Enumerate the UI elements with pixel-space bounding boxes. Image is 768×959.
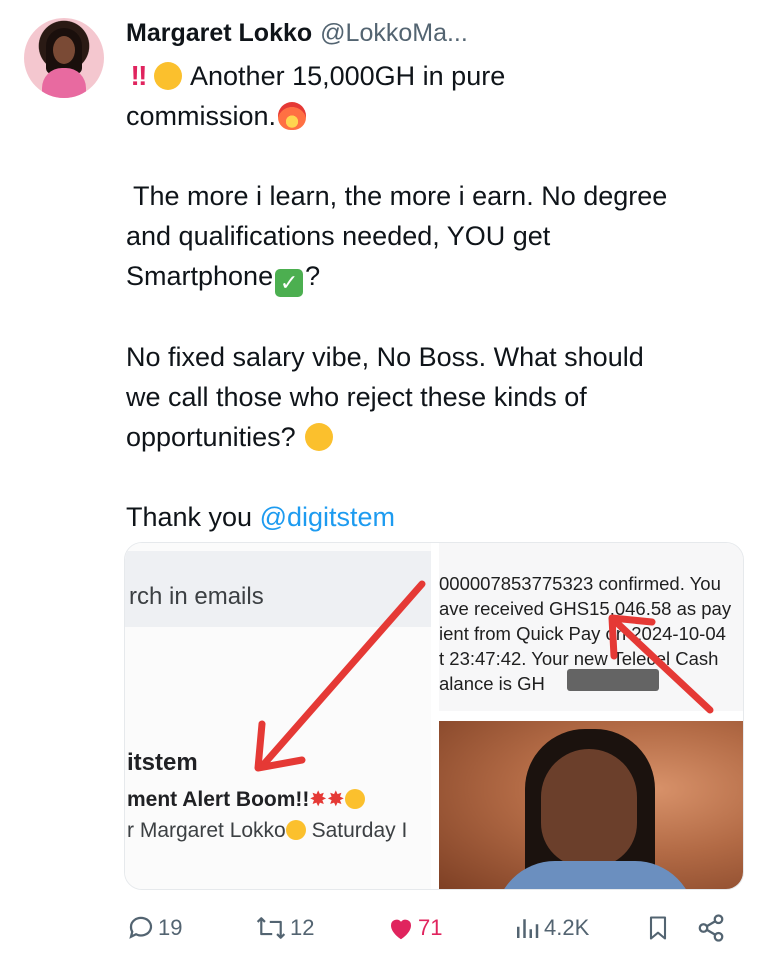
email-preview-text: r Margaret Lokko bbox=[127, 819, 286, 842]
bookmark-icon bbox=[649, 916, 667, 940]
tweet-line-text: The more i learn, the more i earn. No de… bbox=[126, 181, 668, 211]
avatar-face bbox=[53, 36, 75, 64]
email-search-text: rch in emails bbox=[129, 583, 264, 610]
tweet-line: and qualifications needed, YOU get bbox=[126, 216, 736, 256]
email-search-bar: rch in emails bbox=[125, 551, 431, 627]
portrait-photo[interactable] bbox=[439, 721, 743, 889]
reply-button[interactable]: 19 bbox=[126, 910, 182, 946]
sms-screenshot[interactable]: 000007853775323 confirmed. You ave recei… bbox=[439, 543, 743, 711]
media-divider bbox=[431, 543, 439, 889]
email-subject-text: ment Alert Boom!! bbox=[127, 788, 310, 811]
check-mark-icon: ✓ bbox=[275, 269, 304, 297]
tweet-line-text: ? bbox=[305, 261, 321, 291]
reply-icon bbox=[129, 916, 153, 939]
tweet-line: Smartphone ✓? bbox=[126, 256, 736, 297]
tweet-line: commission. bbox=[126, 96, 736, 136]
redaction-block bbox=[567, 669, 659, 691]
party-face-icon bbox=[344, 789, 365, 809]
tweet-line-text: Thank you bbox=[126, 502, 260, 532]
tweet-line-text: Smartphone bbox=[126, 261, 274, 291]
email-subject: ment Alert Boom!!✸✸ bbox=[127, 787, 365, 812]
tweet-line: No fixed salary vibe, No Boss. What shou… bbox=[126, 337, 736, 377]
tweet-media-grid[interactable]: rch in emails itstem ment Alert Boom!!✸✸… bbox=[124, 542, 744, 890]
author-handle[interactable]: @LokkoMa... bbox=[320, 19, 468, 47]
retweet-icon bbox=[256, 917, 286, 939]
email-preview-tail: Saturday I bbox=[305, 819, 408, 842]
tweet-line-text: commission. bbox=[126, 101, 277, 131]
tweet-actions: 19 12 71 4.2K bbox=[124, 910, 744, 946]
screaming-face-icon bbox=[154, 62, 182, 90]
sms-line: 000007853775323 confirmed. You bbox=[439, 573, 721, 594]
tweet-line-text: opportunities? bbox=[126, 422, 296, 452]
tweet-line-text: and qualifications needed, YOU get bbox=[126, 221, 551, 251]
share-icon bbox=[698, 914, 724, 942]
tweet-line-text: No fixed salary vibe, No Boss. What shou… bbox=[126, 342, 644, 372]
email-sender: itstem bbox=[127, 749, 198, 776]
tweet-line-text: we call those who reject these kinds of bbox=[126, 382, 587, 412]
like-button[interactable]: 71 bbox=[386, 910, 442, 946]
tweet-line: ‼ Another 15,000GH in pure bbox=[126, 56, 736, 96]
like-count: 71 bbox=[418, 915, 443, 940]
tweet-line: we call those who reject these kinds of bbox=[126, 377, 736, 417]
avatar-body bbox=[42, 68, 86, 98]
views-button[interactable]: 4.2K bbox=[512, 910, 589, 946]
mention-link[interactable]: @digitstem bbox=[260, 502, 395, 532]
hugging-face-icon bbox=[285, 820, 306, 840]
tweet-header: Margaret Lokko @LokkoMa... bbox=[126, 18, 468, 48]
email-preview: r Margaret Lokko Saturday I bbox=[127, 819, 407, 843]
sms-line: alance is GH bbox=[439, 673, 545, 694]
sms-line: ient from Quick Pay on 2024-10-04 bbox=[439, 623, 726, 644]
photo-face bbox=[541, 749, 637, 867]
tweet-text: ‼ Another 15,000GH in pure commission. T… bbox=[126, 56, 736, 537]
reply-count: 19 bbox=[158, 915, 183, 940]
sms-line: ave received GHS15,046.58 as pay bbox=[439, 598, 732, 619]
retweet-button[interactable]: 12 bbox=[254, 910, 314, 946]
heart-icon bbox=[390, 919, 412, 940]
double-exclamation-icon: ‼ bbox=[130, 60, 148, 91]
tweet-line: The more i learn, the more i earn. No de… bbox=[126, 176, 736, 216]
email-screenshot[interactable]: rch in emails itstem ment Alert Boom!!✸✸… bbox=[125, 543, 431, 889]
author-avatar[interactable] bbox=[24, 18, 104, 98]
explosion-icon: ✸✸ bbox=[309, 788, 345, 811]
tweet-line: Thank you @digitstem bbox=[126, 497, 736, 537]
share-button[interactable] bbox=[696, 910, 728, 946]
fire-icon bbox=[278, 102, 307, 130]
views-chart-icon bbox=[517, 919, 539, 938]
tweet-line-text: Another 15,000GH in pure bbox=[190, 61, 506, 91]
thinking-face-icon bbox=[305, 423, 334, 451]
tweet-line: opportunities? bbox=[126, 417, 736, 457]
retweet-count: 12 bbox=[290, 915, 315, 940]
views-count: 4.2K bbox=[544, 915, 590, 940]
sms-line: t 23:47:42. Your new Telecel Cash bbox=[439, 648, 719, 669]
bookmark-button[interactable] bbox=[644, 910, 674, 946]
author-name[interactable]: Margaret Lokko bbox=[126, 19, 312, 47]
